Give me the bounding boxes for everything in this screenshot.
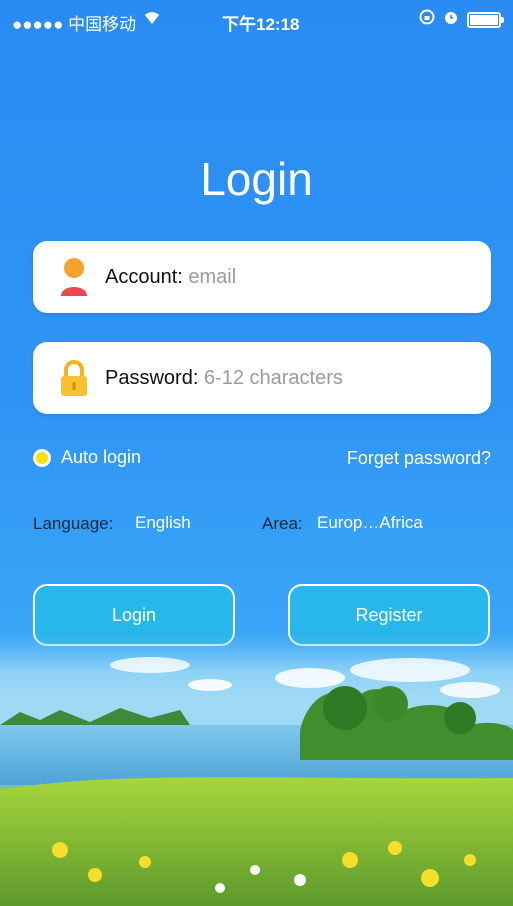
language-select[interactable]: English (135, 513, 191, 533)
wifi-icon (142, 8, 162, 31)
battery-icon (467, 11, 504, 28)
rotation-lock-icon (419, 9, 435, 30)
landscape-background-image (0, 630, 513, 906)
password-field[interactable]: Password: (33, 342, 491, 414)
auto-login-label: Auto login (61, 447, 142, 467)
alarm-icon (443, 9, 459, 30)
password-label: Password: (105, 366, 454, 390)
account-label: Account: (105, 265, 449, 289)
carrier-label: ●●●●● 中国移动 (12, 15, 137, 34)
password-input[interactable] (203, 366, 454, 390)
status-time: 下午12:18 (222, 15, 300, 34)
account-input[interactable] (188, 265, 449, 289)
status-bar: ●●●●● 中国移动 下午12:18 (0, 0, 513, 40)
auto-login-radio[interactable] (33, 448, 51, 467)
forget-password-link[interactable]: Forget password? (347, 448, 491, 469)
language-label: Language: (33, 514, 114, 533)
lock-icon (59, 358, 89, 398)
page-title: Login (200, 153, 313, 205)
auto-login-toggle[interactable]: Auto login (33, 447, 141, 468)
area-select[interactable]: Europ…Africa (317, 513, 423, 533)
login-screen: ●●●●● 中国移动 下午12:18 Login Account: email … (0, 0, 513, 906)
account-field[interactable]: Account: (33, 241, 491, 313)
user-icon (59, 257, 89, 297)
area-label: Area: (262, 514, 303, 533)
